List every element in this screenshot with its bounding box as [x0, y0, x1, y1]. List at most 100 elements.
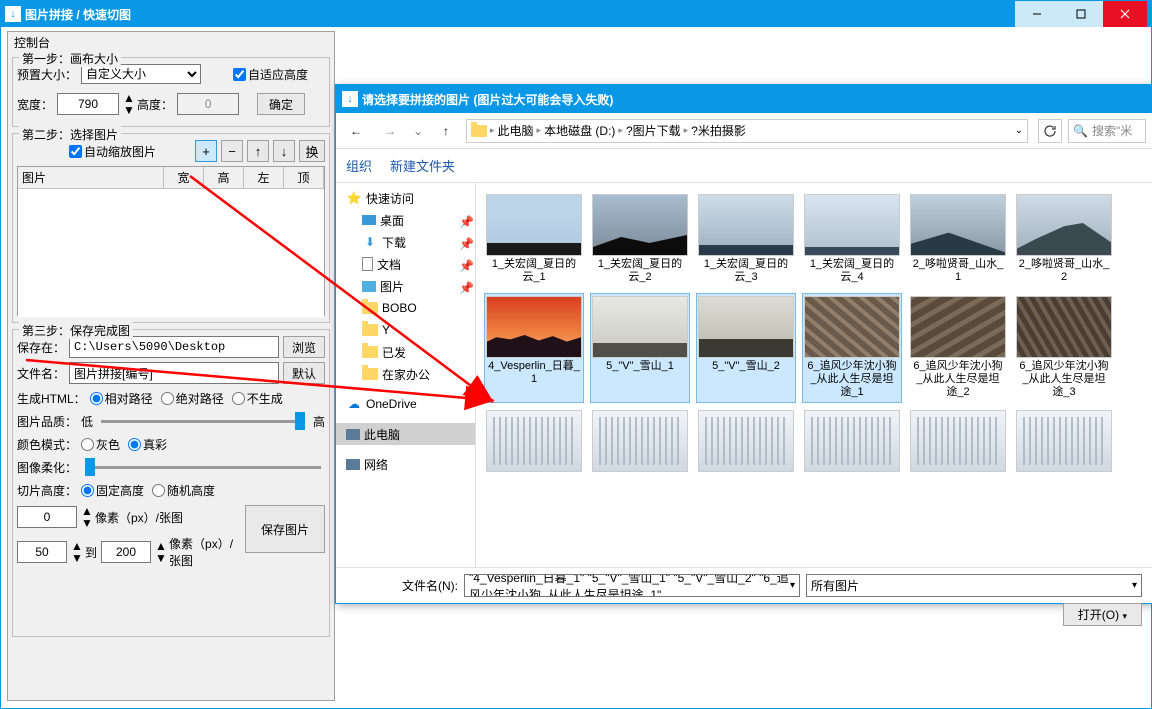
file-item[interactable]: [590, 407, 690, 505]
tree-documents[interactable]: 文档📌: [336, 253, 475, 275]
step2-fieldset: 第二步：选择图片 自动缩放图片 + − ↑ ↓ 换 图片 宽 高: [12, 133, 330, 323]
height-input: [177, 93, 239, 115]
up-button[interactable]: ↑: [432, 119, 460, 143]
folder-icon: [362, 368, 378, 380]
confirm-button[interactable]: 确定: [257, 93, 305, 115]
tree-sent[interactable]: 已发: [336, 341, 475, 363]
tree-downloads[interactable]: ⬇下载📌: [336, 231, 475, 253]
filename-combo[interactable]: "4_Vesperlin_日暮_1" "5_"V"_雪山_1" "5_"V"_雪…: [464, 574, 800, 597]
main-title: 图片拼接 / 快速切图: [25, 6, 131, 23]
thumbnail: [698, 194, 794, 256]
close-button[interactable]: [1103, 1, 1147, 27]
preset-select[interactable]: 自定义大小: [81, 64, 201, 84]
file-item[interactable]: 2_哆啦贤哥_山水_2: [1014, 191, 1114, 289]
file-item[interactable]: 1_关宏阔_夏日的云_4: [802, 191, 902, 289]
control-panel: 控制台 第一步：画布大小 预置大小： 自定义大小 自适应高度 宽度： ▲▼ 高度…: [7, 31, 335, 701]
organize-menu[interactable]: 组织: [346, 156, 372, 175]
dropdown-icon[interactable]: ⌄: [1015, 125, 1023, 136]
width-spinner[interactable]: ▲▼: [123, 92, 133, 116]
thumbnail: [910, 194, 1006, 256]
tree-this-pc[interactable]: 此电脑: [336, 423, 475, 445]
file-dialog-titlebar[interactable]: ↓ 请选择要拼接的图片 (图片过大可能会导入失败): [336, 85, 1152, 113]
file-toolbar: 组织 新建文件夹: [336, 149, 1152, 183]
tree-pictures[interactable]: 图片📌: [336, 275, 475, 297]
new-folder-button[interactable]: 新建文件夹: [390, 156, 455, 175]
add-image-button[interactable]: +: [195, 140, 217, 162]
tree-home[interactable]: 在家办公: [336, 363, 475, 385]
save-image-button[interactable]: 保存图片: [245, 505, 325, 553]
thumbnail: [804, 296, 900, 358]
open-button[interactable]: 打开(O) ▾: [1063, 603, 1142, 626]
recent-dropdown[interactable]: ⌄: [410, 119, 426, 143]
move-up-button[interactable]: ↑: [247, 140, 269, 162]
range-from-input[interactable]: [17, 541, 67, 563]
move-down-button[interactable]: ↓: [273, 140, 295, 162]
file-dialog: ↓ 请选择要拼接的图片 (图片过大可能会导入失败) ← → ⌄ ↑ ▸ 此电脑 …: [335, 84, 1152, 604]
remove-image-button[interactable]: −: [221, 140, 243, 162]
height-label: 高度：: [137, 96, 173, 113]
file-item[interactable]: [908, 407, 1008, 505]
file-item[interactable]: 4_Vesperlin_日暮_1: [484, 293, 584, 403]
file-item[interactable]: 6_追风少年沈小狗_从此人生尽是坦途_2: [908, 293, 1008, 403]
refresh-button[interactable]: [1038, 119, 1062, 143]
color-mode-radio[interactable]: 灰色 真彩: [81, 436, 167, 453]
auto-scale-input[interactable]: [69, 145, 82, 158]
file-item[interactable]: 2_哆啦贤哥_山水_1: [908, 191, 1008, 289]
width-input[interactable]: [57, 93, 119, 115]
file-item[interactable]: 1_关宏阔_夏日的云_3: [696, 191, 796, 289]
file-item[interactable]: 1_关宏阔_夏日的云_2: [590, 191, 690, 289]
auto-height-checkbox[interactable]: 自适应高度: [233, 66, 308, 83]
browse-button[interactable]: 浏览: [283, 336, 325, 358]
quality-slider[interactable]: [97, 420, 309, 423]
folder-icon: [362, 302, 378, 314]
breadcrumb[interactable]: ▸ 此电脑 ▸ 本地磁盘 (D:) ▸ ?图片下载 ▸ ?米拍摄影 ⌄: [466, 119, 1028, 143]
image-grid[interactable]: 图片 宽 高 左 顶: [17, 166, 325, 316]
save-path-input[interactable]: [69, 336, 279, 358]
folder-icon: [471, 125, 487, 137]
file-item[interactable]: [484, 407, 584, 505]
minimize-button[interactable]: [1015, 1, 1059, 27]
forward-button: →: [376, 119, 404, 143]
soften-slider[interactable]: [81, 466, 325, 469]
filter-combo[interactable]: 所有图片: [806, 574, 1142, 597]
file-item[interactable]: 5_"V"_雪山_1: [590, 293, 690, 403]
file-item[interactable]: [1014, 407, 1114, 505]
tree-desktop[interactable]: 桌面📌: [336, 209, 475, 231]
file-list[interactable]: 1_关宏阔_夏日的云_11_关宏阔_夏日的云_21_关宏阔_夏日的云_31_关宏…: [476, 183, 1152, 567]
step1-fieldset: 第一步：画布大小 预置大小： 自定义大小 自适应高度 宽度： ▲▼ 高度： 确定: [12, 57, 330, 127]
thumbnail: [1016, 296, 1112, 358]
file-item[interactable]: 1_关宏阔_夏日的云_1: [484, 191, 584, 289]
tree-y[interactable]: Y: [336, 319, 475, 341]
grid-header: 图片 宽 高 左 顶: [18, 167, 324, 189]
tree-network[interactable]: 网络: [336, 453, 475, 475]
maximize-button[interactable]: [1059, 1, 1103, 27]
fixed-px-input[interactable]: [17, 506, 77, 528]
grid-body[interactable]: [18, 189, 324, 317]
main-titlebar[interactable]: ↓ 图片拼接 / 快速切图: [1, 1, 1151, 27]
default-button[interactable]: 默认: [283, 362, 325, 384]
step1-legend: 第一步：画布大小: [19, 50, 121, 67]
gen-html-radio[interactable]: 相对路径 绝对路径 不生成: [90, 390, 283, 407]
folder-icon: [362, 324, 378, 336]
file-item[interactable]: 6_追风少年沈小狗_从此人生尽是坦途_3: [1014, 293, 1114, 403]
auto-height-input[interactable]: [233, 68, 246, 81]
range-to-input[interactable]: [101, 541, 151, 563]
file-item[interactable]: [696, 407, 796, 505]
tree-quick-access[interactable]: ⭐快速访问: [336, 187, 475, 209]
file-item[interactable]: 5_"V"_雪山_2: [696, 293, 796, 403]
file-item[interactable]: [802, 407, 902, 505]
auto-scale-checkbox[interactable]: 自动缩放图片: [69, 143, 156, 160]
thumbnail: [486, 410, 582, 472]
tree-onedrive[interactable]: ☁OneDrive: [336, 393, 475, 415]
thumbnail: [592, 296, 688, 358]
folder-tree[interactable]: ⭐快速访问 桌面📌 ⬇下载📌 文档📌 图片📌 BOBO Y 已发 在家办公 ☁O…: [336, 183, 476, 567]
filename-input[interactable]: [69, 362, 279, 384]
cut-height-radio[interactable]: 固定高度 随机高度: [81, 482, 215, 499]
search-input[interactable]: 🔍 搜索"米: [1068, 119, 1146, 143]
back-button[interactable]: ←: [342, 119, 370, 143]
tree-bobo[interactable]: BOBO: [336, 297, 475, 319]
file-item[interactable]: 6_追风少年沈小狗_从此人生尽是坦途_1: [802, 293, 902, 403]
thumbnail: [698, 296, 794, 358]
swap-button[interactable]: 换: [299, 140, 325, 162]
cloud-icon: ☁: [346, 397, 362, 411]
